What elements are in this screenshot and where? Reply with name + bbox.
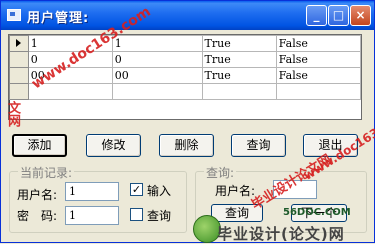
grid-cell[interactable] xyxy=(201,83,277,100)
grid-cell[interactable]: True xyxy=(201,35,277,52)
window-title: 用户管理: xyxy=(27,11,90,26)
username-field[interactable]: 1 xyxy=(65,182,119,201)
site-domain: 56DOC.COM xyxy=(283,207,351,218)
row-selector[interactable] xyxy=(9,67,29,84)
input-checkbox-label: 输入 xyxy=(147,184,172,198)
input-checkbox[interactable]: ✓ xyxy=(130,183,143,196)
grid-cell[interactable]: 00 xyxy=(111,67,203,84)
table-row[interactable]: 1 1 True False xyxy=(9,35,362,52)
current-row-icon xyxy=(16,39,22,47)
query-checkbox[interactable] xyxy=(130,208,143,221)
table-row[interactable]: 00 00 True False xyxy=(9,67,362,84)
grid-cell[interactable]: 00 xyxy=(27,67,113,84)
grid-cell[interactable] xyxy=(111,83,203,100)
username-label: 用户名: xyxy=(17,188,58,202)
add-button[interactable]: 添加 xyxy=(12,134,67,157)
grid-cell[interactable]: False xyxy=(275,51,362,68)
grid-cell[interactable]: 1 xyxy=(111,35,203,52)
table-row[interactable]: 0 0 True False xyxy=(9,51,362,68)
edit-button[interactable]: 修改 xyxy=(86,134,141,157)
title-bar: 用户管理: _ □ × xyxy=(1,1,374,30)
grid-cell[interactable] xyxy=(27,83,113,100)
grid-cell[interactable]: False xyxy=(275,35,362,52)
site-brand: 毕业设计(论文)网 xyxy=(217,225,345,243)
grid-cell[interactable]: 0 xyxy=(27,51,113,68)
delete-button[interactable]: 删除 xyxy=(159,134,214,157)
maximize-button[interactable]: □ xyxy=(328,5,349,26)
grid-cell[interactable] xyxy=(275,83,362,100)
row-selector[interactable] xyxy=(9,35,29,52)
user-data-grid[interactable]: 1 1 True False 0 0 True False 00 00 True… xyxy=(8,34,362,120)
password-field[interactable]: 1 xyxy=(65,206,119,225)
grid-cell[interactable]: 1 xyxy=(27,35,113,52)
exit-button[interactable]: 退出 xyxy=(303,134,358,157)
query-button[interactable]: 查询 xyxy=(231,134,286,157)
password-label: 密 码: xyxy=(17,209,58,223)
grid-cell[interactable]: 0 xyxy=(111,51,203,68)
grid-cell[interactable]: True xyxy=(201,67,277,84)
current-record-caption: 当前记录: xyxy=(18,164,75,181)
query-username-field[interactable] xyxy=(273,180,317,199)
row-selector[interactable] xyxy=(9,83,29,100)
query-username-label: 用户名: xyxy=(215,184,256,198)
grid-cell[interactable]: False xyxy=(275,67,362,84)
minimize-button[interactable]: _ xyxy=(306,5,327,26)
user-management-window: 用户管理: _ □ × 1 1 True False 0 0 True Fals… xyxy=(0,0,375,243)
grid-cell[interactable]: True xyxy=(201,51,277,68)
close-button[interactable]: × xyxy=(350,5,371,26)
query-submit-button[interactable]: 查询 xyxy=(211,204,263,222)
app-icon xyxy=(7,9,21,21)
query-checkbox-label: 查询 xyxy=(147,209,172,223)
table-row[interactable] xyxy=(9,83,362,100)
query-group-caption: 查询: xyxy=(204,164,237,181)
row-selector[interactable] xyxy=(9,51,29,68)
